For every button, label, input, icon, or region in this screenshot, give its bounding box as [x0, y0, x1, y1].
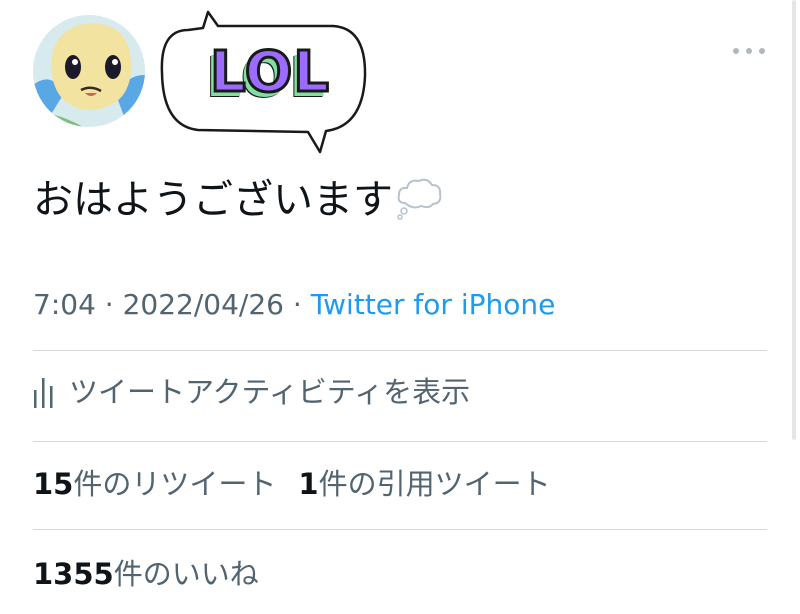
quotes-count: 1: [298, 467, 319, 501]
meta-separator: ·: [283, 288, 311, 321]
display-name-lol: LOL: [209, 38, 331, 106]
retweets-count: 15: [33, 467, 74, 501]
avatar[interactable]: [33, 15, 145, 127]
divider: [33, 441, 767, 442]
meta-separator: ·: [95, 288, 123, 321]
tweet-date[interactable]: 2022/04/26: [123, 288, 284, 321]
more-options-icon[interactable]: [733, 40, 765, 62]
tweet-text: おはようございます: [33, 170, 443, 238]
tweet-body: おはようございます: [33, 177, 393, 223]
tweet-source-link[interactable]: Twitter for iPhone: [311, 288, 556, 321]
quotes-link[interactable]: 1件の引用ツイート: [298, 467, 550, 501]
activity-label: ツイートアクティビティを表示: [69, 375, 471, 409]
likes-label: 件のいいね: [113, 557, 259, 591]
scrollbar[interactable]: [792, 0, 796, 440]
quotes-label: 件の引用ツイート: [318, 467, 551, 501]
tweet-activity-button[interactable]: ツイートアクティビティを表示: [33, 370, 470, 414]
thought-balloon-icon: [395, 173, 443, 238]
analytics-bars-icon: [34, 378, 53, 408]
retweets-link[interactable]: 15件のリツイート: [33, 467, 276, 501]
engagement-stats: 15件のリツイート 1件の引用ツイート: [33, 462, 551, 506]
divider: [33, 350, 767, 351]
retweets-label: 件のリツイート: [73, 467, 277, 501]
likes-link[interactable]: 1355件のいいね: [33, 552, 259, 596]
tweet-time: 7:04: [33, 288, 96, 321]
likes-count: 1355: [33, 557, 114, 591]
tweet-meta: 7:04 · 2022/04/26 · Twitter for iPhone: [33, 283, 555, 327]
pokemon-avatar-icon: [33, 15, 145, 127]
divider: [33, 529, 767, 530]
